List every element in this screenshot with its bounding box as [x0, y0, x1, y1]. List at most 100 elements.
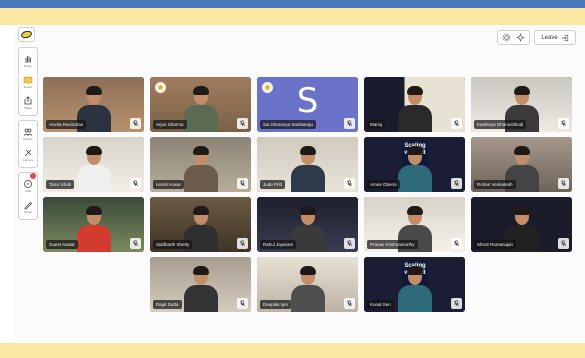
star-icon: ★ — [262, 82, 273, 93]
participant-name: Anvita Ravindran — [46, 120, 87, 129]
participant-tile[interactable]: Anvita Ravindran — [43, 77, 144, 132]
participant-tile[interactable]: ★ Arjun Sharma — [150, 77, 251, 132]
left-toolbar: Raise React Share People Camera Chat Not… — [18, 27, 39, 224]
participant-figure — [75, 144, 113, 192]
emoji-icon — [23, 76, 33, 83]
tool-label: React — [24, 84, 32, 89]
participant-tile[interactable]: Scaling withoutKunal Sen — [364, 257, 465, 312]
tool-label: Notes — [24, 209, 32, 214]
participant-tile[interactable]: Guest Avatar — [43, 197, 144, 252]
sparkle-icon — [515, 33, 525, 42]
toolbar-group-tertiary: Chat Notes — [18, 172, 38, 220]
mic-muted-icon[interactable] — [130, 178, 141, 189]
share-button[interactable]: Share — [19, 92, 37, 113]
react-button[interactable]: React — [19, 71, 37, 92]
tool-label: Camera — [22, 157, 34, 162]
people-button[interactable]: People — [19, 123, 37, 144]
mic-muted-icon[interactable] — [237, 118, 248, 129]
hand-raise-icon — [25, 55, 31, 63]
share-icon — [24, 95, 32, 104]
participant-tile[interactable]: S ★ Sai Sharanya Sambaraju — [257, 77, 358, 132]
tool-label: Raise — [24, 63, 32, 68]
participant-figure — [396, 144, 434, 192]
bottom-banner — [0, 343, 585, 358]
settings-button[interactable] — [497, 30, 530, 45]
people-icon — [23, 128, 33, 136]
camera-icon — [24, 149, 32, 156]
participant-tile[interactable]: Rahul Jayaram — [257, 197, 358, 252]
participant-tile[interactable]: Harsh Kasar — [150, 137, 251, 192]
participant-name: Pranav Krishnamurthy — [367, 240, 418, 249]
participant-tile[interactable]: Rajat Dutta — [150, 257, 251, 312]
mic-muted-icon[interactable] — [558, 238, 569, 249]
hand-raise-button[interactable]: Raise — [19, 50, 37, 71]
mic-muted-icon[interactable] — [344, 238, 355, 249]
participant-tile[interactable]: Tanvi Shah — [43, 137, 144, 192]
participant-name: Guest Avatar — [46, 240, 78, 249]
participant-tile[interactable]: Manoj — [364, 77, 465, 132]
participant-name: Rajat Dutta — [153, 300, 182, 309]
mic-muted-icon[interactable] — [451, 298, 462, 309]
mic-muted-icon[interactable] — [130, 118, 141, 129]
participant-tile[interactable]: Siddharth Shetty — [150, 197, 251, 252]
participant-name: Siddharth Shetty — [153, 240, 193, 249]
mic-muted-icon[interactable] — [558, 118, 569, 129]
mic-muted-icon[interactable] — [451, 118, 462, 129]
participant-name: Kartikeya Dhanushkodi — [474, 120, 527, 129]
tool-label: People — [23, 136, 33, 141]
participant-name: Deepika Iyer — [260, 300, 292, 309]
mic-muted-icon[interactable] — [558, 178, 569, 189]
participant-name: Jude Pritt — [260, 180, 286, 189]
mic-muted-icon[interactable] — [344, 118, 355, 129]
participant-tile[interactable]: Kartikeya Dhanushkodi — [471, 77, 572, 132]
mic-muted-icon[interactable] — [451, 178, 462, 189]
chat-icon — [24, 179, 32, 188]
mic-muted-icon[interactable] — [237, 298, 248, 309]
participant-name: Rahul Jayaram — [260, 240, 297, 249]
logo-icon — [20, 29, 33, 40]
participant-figure — [182, 264, 220, 312]
top-banner — [0, 8, 585, 25]
tool-label: Share — [23, 105, 32, 110]
mic-muted-icon[interactable] — [344, 298, 355, 309]
mic-muted-icon[interactable] — [130, 238, 141, 249]
mic-muted-icon[interactable] — [237, 238, 248, 249]
participant-name: Arnav Oberoi — [367, 180, 400, 189]
notification-badge — [30, 173, 36, 179]
participant-tile[interactable]: Jude Pritt — [257, 137, 358, 192]
participant-name: Manoj — [367, 120, 386, 129]
participant-figure — [182, 144, 220, 192]
camera-button[interactable]: Camera — [19, 144, 37, 165]
participant-figure — [182, 84, 220, 132]
participant-name: Tanvi Shah — [46, 180, 75, 189]
toolbar-group-secondary: People Camera — [18, 120, 38, 168]
participant-figure — [396, 84, 434, 132]
mic-muted-icon[interactable] — [451, 238, 462, 249]
notes-button[interactable]: Notes — [19, 196, 37, 217]
top-stripe — [0, 0, 585, 8]
gear-icon — [503, 33, 511, 42]
toolbar-group-primary: Raise React Share — [18, 47, 38, 116]
leave-button[interactable]: Leave — [534, 30, 576, 45]
pencil-icon — [24, 201, 32, 209]
participant-tile[interactable]: Deepika Iyer — [257, 257, 358, 312]
participant-figure — [289, 264, 327, 312]
participant-name: Harsh Kasar — [153, 180, 185, 189]
leave-label: Leave — [541, 34, 558, 41]
participant-name: Arjun Sharma — [153, 120, 187, 129]
tool-label: Chat — [24, 188, 32, 193]
participant-name: Shruti Ramanujan — [474, 240, 517, 249]
participant-tile[interactable]: Scaling withoutArnav Oberoi — [364, 137, 465, 192]
mic-muted-icon[interactable] — [344, 178, 355, 189]
participant-figure — [75, 204, 113, 252]
participant-figure — [396, 264, 434, 312]
participant-tile[interactable]: Shruti Ramanujan — [471, 197, 572, 252]
participant-name: Rohan Venkatesh — [474, 180, 516, 189]
app-logo[interactable] — [18, 27, 35, 42]
top-right-controls: Leave — [497, 30, 576, 45]
participant-name: Sai Sharanya Sambaraju — [260, 120, 317, 129]
mic-muted-icon[interactable] — [237, 178, 248, 189]
participant-figure — [289, 144, 327, 192]
participant-tile[interactable]: Rohan Venkatesh — [471, 137, 572, 192]
participant-tile[interactable]: Pranav Krishnamurthy — [364, 197, 465, 252]
